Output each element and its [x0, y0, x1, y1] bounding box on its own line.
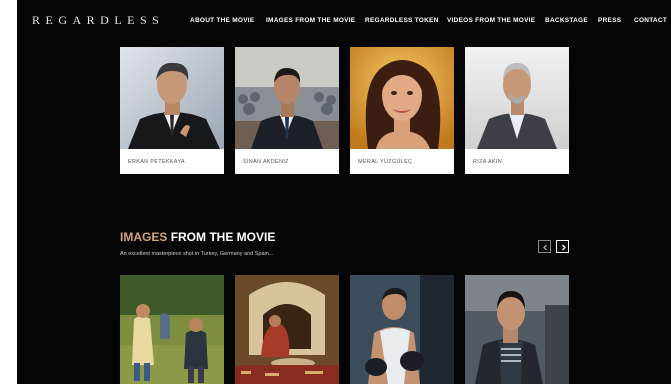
- chevron-right-icon: [562, 244, 566, 251]
- chevron-left-icon: [543, 244, 547, 251]
- movie-still-man-street: [465, 275, 569, 384]
- nav-item-contact[interactable]: CONTACT: [634, 17, 667, 25]
- carousel-prev-button[interactable]: [538, 240, 551, 253]
- movie-still-boys-field: [120, 275, 224, 384]
- nav-item-videos-from-the-movie[interactable]: VIDEOS FROM THE MOVIE: [447, 17, 535, 25]
- carousel-next-button[interactable]: [556, 240, 569, 253]
- cast-photo-erkan: [120, 47, 224, 149]
- nav-item-regardless-token[interactable]: REGARDLESS TOKEN: [365, 17, 439, 25]
- cast-name: SİNAN AKDENİZ: [243, 159, 289, 165]
- nav-item-about-the-movie[interactable]: ABOUT THE MOVIE: [190, 17, 254, 25]
- cast-photo: [120, 47, 224, 149]
- cast-photo-sinan: [235, 47, 339, 149]
- cast-name: RIZA AKIN: [473, 159, 502, 165]
- movie-still[interactable]: [465, 275, 569, 384]
- main-nav: ABOUT THE MOVIE IMAGES FROM THE MOVIE RE…: [17, 17, 671, 29]
- cast-card[interactable]: SİNAN AKDENİZ: [235, 47, 339, 174]
- cast-photo: [465, 47, 569, 149]
- nav-item-press[interactable]: PRESS: [598, 17, 621, 25]
- nav-item-images-from-the-movie[interactable]: IMAGES FROM THE MOVIE: [266, 17, 355, 25]
- movie-still-woman-oven: [235, 275, 339, 384]
- cast-card[interactable]: ERKAN PETEKKAYA: [120, 47, 224, 174]
- section-title: IMAGES FROM THE MOVIE: [120, 231, 275, 244]
- movie-still[interactable]: [120, 275, 224, 384]
- movie-still[interactable]: [350, 275, 454, 384]
- cast-photo-riza: [465, 47, 569, 149]
- cast-photo: [350, 47, 454, 149]
- cast-name: MERAL YÜZGÜLEÇ: [358, 159, 413, 165]
- movie-still-boxer: [350, 275, 454, 384]
- section-subtitle: An excellent masterpiece shot in Turkey,…: [120, 251, 274, 257]
- cast-photo-meral: [350, 47, 454, 149]
- nav-item-backstage[interactable]: BACKSTAGE: [545, 17, 588, 25]
- movie-still[interactable]: [235, 275, 339, 384]
- cast-card[interactable]: MERAL YÜZGÜLEÇ: [350, 47, 454, 174]
- page: REGARDLESS ABOUT THE MOVIE IMAGES FROM T…: [17, 0, 671, 384]
- section-title-accent: IMAGES: [120, 230, 168, 244]
- cast-photo: [235, 47, 339, 149]
- cast-card[interactable]: RIZA AKIN: [465, 47, 569, 174]
- cast-name: ERKAN PETEKKAYA: [128, 159, 185, 165]
- section-title-rest: FROM THE MOVIE: [170, 230, 276, 244]
